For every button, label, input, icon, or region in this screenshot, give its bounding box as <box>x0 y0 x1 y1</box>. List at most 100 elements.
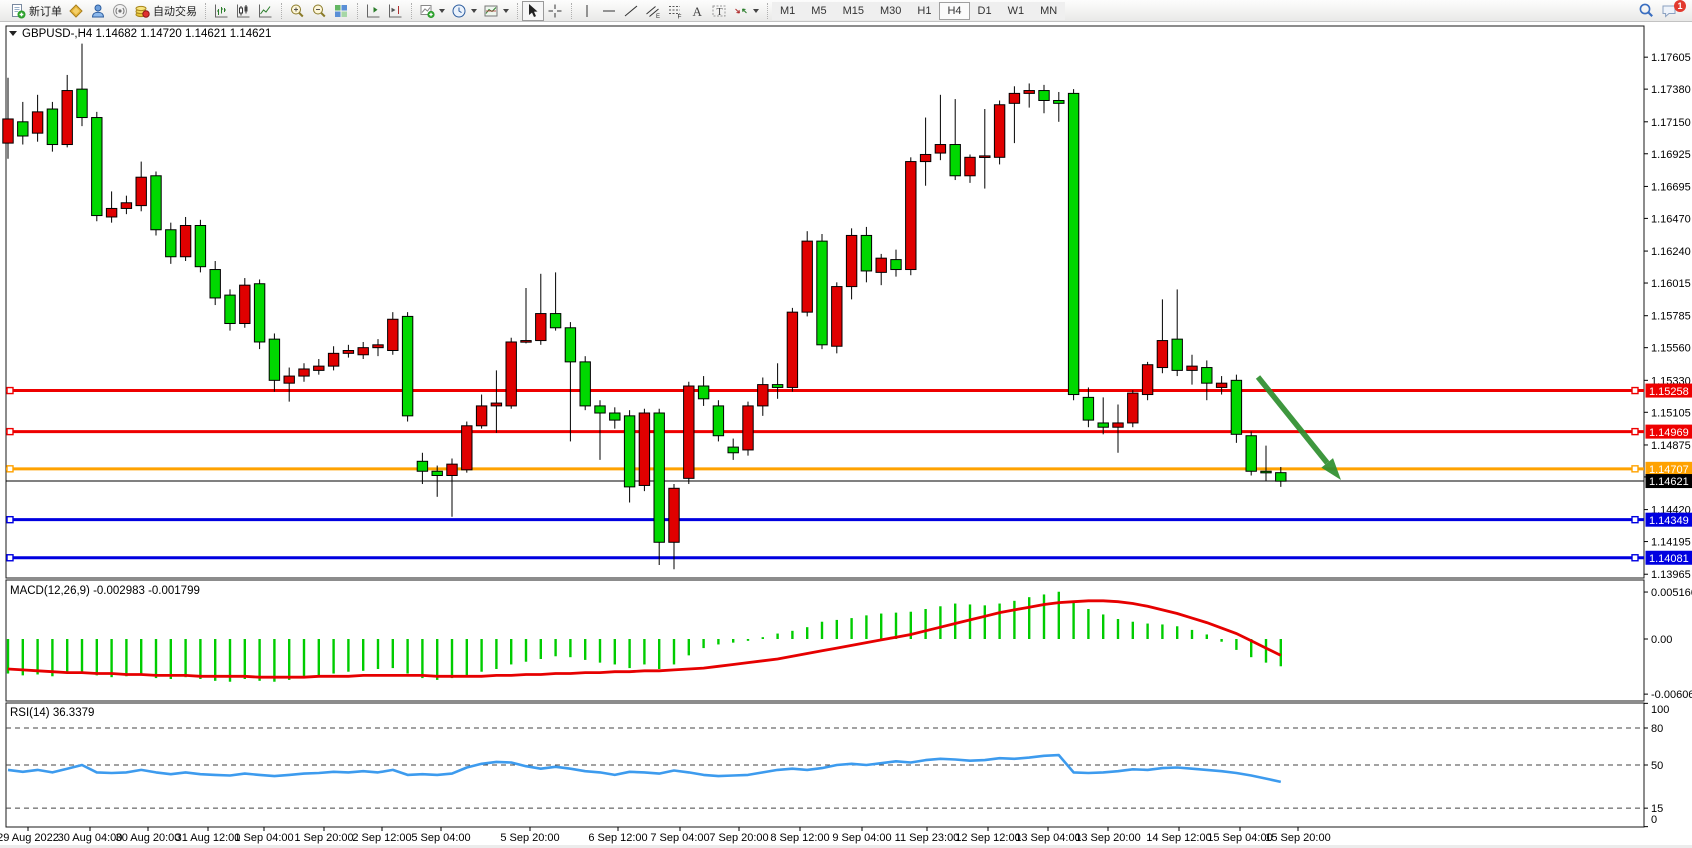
candle-body-down <box>550 314 560 328</box>
hline-handle[interactable] <box>7 429 13 435</box>
candle-body-up <box>639 413 649 485</box>
time-tick-label: 6 Sep 12:00 <box>588 832 647 844</box>
timeframe-mn-button[interactable]: MN <box>1032 2 1065 20</box>
hline-handle[interactable] <box>7 466 13 472</box>
vertical-line-tool-button[interactable] <box>576 1 598 21</box>
time-tick-label: 30 Aug 04:00 <box>58 832 123 844</box>
candle-body-down <box>417 461 427 471</box>
candle-body-down <box>1276 473 1286 482</box>
candle-body-down <box>77 89 87 117</box>
time-tick-label: 1 Sep 04:00 <box>234 832 293 844</box>
candle-body-down <box>269 339 279 380</box>
autotrade-label: 自动交易 <box>153 3 197 19</box>
time-tick-label: 7 Sep 20:00 <box>709 832 768 844</box>
new-chart-button[interactable] <box>416 1 448 21</box>
toolbar-group-new <box>409 0 515 22</box>
new-chart-icon <box>419 3 435 19</box>
candle-body-down <box>225 295 235 323</box>
fibonacci-icon: F <box>667 3 683 19</box>
chat-button-wrap: 1 <box>1658 1 1682 21</box>
hline-handle[interactable] <box>7 555 13 561</box>
periods-clock-icon <box>451 3 467 19</box>
hline-handle[interactable] <box>1632 466 1638 472</box>
shift-end-button[interactable] <box>384 1 406 21</box>
timeframe-m1-button[interactable]: M1 <box>772 2 803 20</box>
templates-button[interactable] <box>480 1 512 21</box>
autoscroll-icon <box>365 3 381 19</box>
horizontal-line-tool-button[interactable] <box>598 1 620 21</box>
hline-handle[interactable] <box>1632 555 1638 561</box>
bar-chart-type-button[interactable] <box>210 1 232 21</box>
zoom-out-button[interactable] <box>308 1 330 21</box>
search-button[interactable] <box>1635 1 1658 21</box>
candle-body-down <box>432 471 442 475</box>
vertical-line-icon <box>579 3 595 19</box>
candle-body-up <box>787 312 797 387</box>
search-icon <box>1638 2 1655 19</box>
fibonacci-tool-button[interactable]: F <box>664 1 686 21</box>
notification-badge[interactable]: 1 <box>1674 0 1686 12</box>
price-tick-label: 1.14195 <box>1651 537 1691 549</box>
timeframe-w1-button[interactable]: W1 <box>1000 2 1033 20</box>
chevron-down-icon <box>471 9 477 13</box>
charts-button[interactable] <box>65 1 87 21</box>
channel-icon: E <box>645 3 661 19</box>
toolbar: 新订单 自动交易 <box>0 0 1692 22</box>
crosshair-icon <box>547 3 563 19</box>
hline-handle[interactable] <box>1632 388 1638 394</box>
macd-tick-label: 0.005166 <box>1651 587 1692 599</box>
zoom-in-button[interactable] <box>286 1 308 21</box>
hline-handle[interactable] <box>1632 429 1638 435</box>
timeframe-m5-button[interactable]: M5 <box>803 2 834 20</box>
timeframe-m15-button[interactable]: M15 <box>835 2 872 20</box>
time-tick-label: 5 Sep 20:00 <box>500 832 559 844</box>
price-tick-label: 1.17380 <box>1651 84 1691 96</box>
text-label-tool-button[interactable]: T <box>708 1 730 21</box>
hline-handle[interactable] <box>1632 517 1638 523</box>
price-tick-label: 1.16015 <box>1651 278 1691 290</box>
macd-tick-label: 0.00 <box>1651 634 1672 646</box>
hline-handle[interactable] <box>7 517 13 523</box>
timeframe-h4-button[interactable]: H4 <box>939 2 969 20</box>
cursor-tool-button[interactable] <box>522 1 544 21</box>
candle-body-down <box>166 230 176 257</box>
candle-body-up <box>521 341 531 343</box>
candle-body-up <box>994 105 1004 158</box>
candle-body-down <box>151 176 161 230</box>
hline-handle[interactable] <box>7 388 13 394</box>
profile-button[interactable] <box>87 1 109 21</box>
macd-tick-label: -0.006064 <box>1651 689 1692 701</box>
line-chart-type-button[interactable] <box>254 1 276 21</box>
price-tick-label: 1.16470 <box>1651 213 1691 225</box>
crosshair-tool-button[interactable] <box>544 1 566 21</box>
tile-windows-button[interactable] <box>330 1 352 21</box>
new-order-button[interactable]: 新订单 <box>7 1 65 21</box>
trading-platform-window: 新订单 自动交易 <box>0 0 1692 848</box>
autoscroll-button[interactable] <box>362 1 384 21</box>
toolbar-group-chart-type <box>203 0 279 22</box>
candle-body-up <box>1128 393 1138 423</box>
timeframe-m30-button[interactable]: M30 <box>872 2 909 20</box>
macd-label: MACD(12,26,9) -0.002983 -0.001799 <box>10 585 200 597</box>
signal-button[interactable] <box>109 1 131 21</box>
candle-body-down <box>861 235 871 271</box>
periods-button[interactable] <box>448 1 480 21</box>
svg-text:F: F <box>678 13 682 19</box>
text-tool-button[interactable]: A <box>686 1 708 21</box>
trendline-tool-button[interactable] <box>620 1 642 21</box>
candle-body-up <box>684 386 694 478</box>
candlestick-type-button[interactable] <box>232 1 254 21</box>
rsi-tick-label: 80 <box>1651 723 1663 735</box>
price-tick-label: 1.13965 <box>1651 569 1691 581</box>
candle-body-up <box>743 406 753 450</box>
candle-body-up <box>1113 423 1123 427</box>
timeframe-d1-button[interactable]: D1 <box>970 2 1000 20</box>
price-tick-label: 1.17605 <box>1651 52 1691 64</box>
timeframe-h1-button[interactable]: H1 <box>909 2 939 20</box>
candle-body-down <box>713 406 723 436</box>
autotrade-button[interactable]: 自动交易 <box>131 1 200 21</box>
channel-tool-button[interactable]: E <box>642 1 664 21</box>
arrows-tool-button[interactable] <box>730 1 762 21</box>
candle-body-down <box>402 316 412 415</box>
svg-text:A: A <box>693 4 703 19</box>
